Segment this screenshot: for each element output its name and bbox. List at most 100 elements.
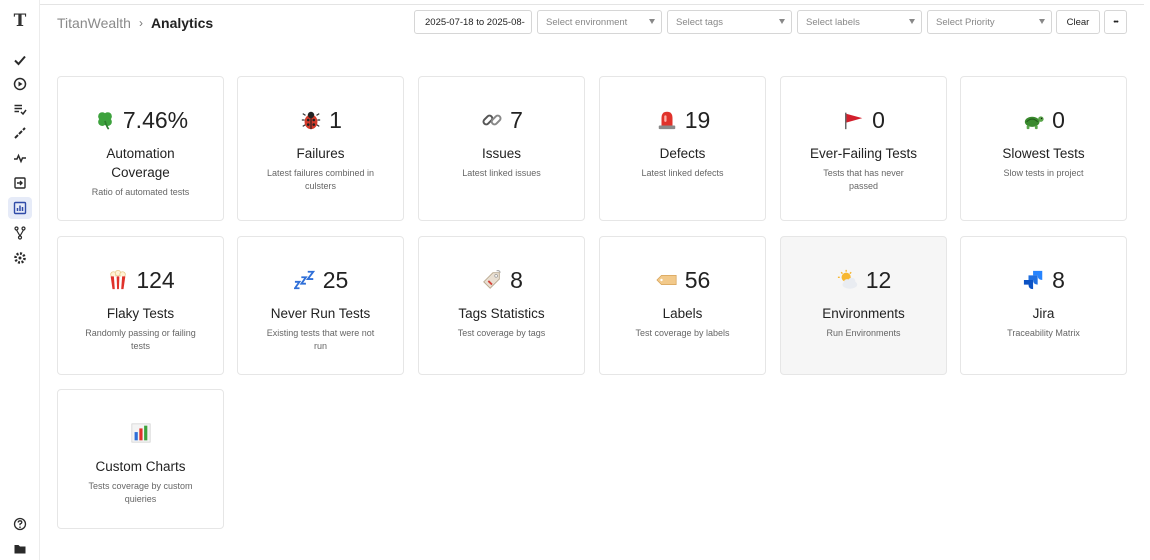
zzz-icon	[293, 268, 317, 292]
app-logo[interactable]: T	[11, 12, 29, 30]
card-title-block: Environments Run Environments	[787, 304, 940, 340]
environment-select[interactable]: Select environment	[537, 10, 662, 34]
labels-select[interactable]: Select labels	[797, 10, 922, 34]
card-value: 8	[1052, 266, 1065, 293]
tests-icon[interactable]	[8, 49, 32, 71]
card-defects[interactable]: 19 Defects Latest linked defects	[599, 76, 766, 221]
card-title: Failures	[296, 146, 345, 161]
card-description: Tests coverage by custom quieries	[88, 481, 193, 504]
card-header: 7.46%	[58, 105, 223, 135]
environment-select-placeholder: Select environment	[546, 16, 628, 28]
card-description: Ratio of automated tests	[91, 187, 190, 197]
red-flag-icon	[842, 108, 866, 132]
card-header: 12	[781, 265, 946, 295]
card-title: Ever-Failing Tests	[809, 146, 918, 161]
card-description: Traceability Matrix	[1007, 328, 1080, 338]
top-divider	[40, 4, 1144, 5]
card-description: Randomly passing or failing tests	[85, 328, 196, 351]
clear-filters-label: Clear	[1066, 16, 1090, 28]
breadcrumb-app[interactable]: TitanWealth	[57, 15, 131, 31]
card-title-block: Automation Coverage Ratio of automated t…	[64, 144, 217, 199]
card-header: 0	[961, 105, 1126, 135]
card-value: 56	[684, 266, 711, 293]
more-icon: •••	[1113, 18, 1118, 26]
card-custom-charts[interactable]: Custom Charts Tests coverage by custom q…	[57, 389, 224, 529]
help-icon[interactable]	[8, 513, 32, 535]
card-value: 19	[684, 106, 711, 133]
card-failures[interactable]: 1 Failures Latest failures combined in c…	[237, 76, 404, 221]
card-header: 0	[781, 105, 946, 135]
tags-select-placeholder: Select tags	[676, 16, 723, 28]
card-value: 0	[1052, 106, 1065, 133]
import-icon[interactable]	[8, 172, 32, 194]
jira-icon	[1022, 268, 1046, 292]
card-title: Slowest Tests	[1002, 146, 1085, 161]
card-title: Issues	[481, 146, 522, 161]
card-value: 25	[322, 266, 349, 293]
card-header: 8	[419, 265, 584, 295]
branches-icon[interactable]	[8, 222, 32, 244]
card-labels[interactable]: 56 Labels Test coverage by labels	[599, 236, 766, 375]
card-title-block: Labels Test coverage by labels	[606, 304, 759, 340]
card-title-block: Custom Charts Tests coverage by custom q…	[64, 457, 217, 506]
date-range-value: 2025-07-18 to 2025-08-	[425, 16, 525, 28]
pulse-icon[interactable]	[8, 147, 32, 169]
plans-icon[interactable]	[8, 98, 32, 120]
turtle-icon	[1022, 108, 1046, 132]
card-title-block: Ever-Failing Tests Tests that has never …	[787, 144, 940, 193]
card-value: 12	[865, 266, 892, 293]
card-title: Defects	[659, 146, 706, 161]
card-tags-statistics[interactable]: 8 Tags Statistics Test coverage by tags	[418, 236, 585, 375]
link-icon	[480, 108, 504, 132]
card-title: Labels	[662, 306, 703, 321]
card-header: 25	[238, 265, 403, 295]
card-automation-coverage[interactable]: 7.46% Automation Coverage Ratio of autom…	[57, 76, 224, 221]
card-title: Custom Charts	[95, 459, 186, 474]
more-options-button[interactable]: •••	[1104, 10, 1127, 34]
card-issues[interactable]: 7 Issues Latest linked issues	[418, 76, 585, 221]
steps-icon[interactable]	[8, 122, 32, 144]
card-description: Tests that has never passed	[823, 168, 904, 191]
card-title: Flaky Tests	[106, 306, 175, 321]
card-header	[58, 418, 223, 448]
card-title: Never Run Tests	[270, 306, 371, 321]
card-title-block: Flaky Tests Randomly passing or failing …	[64, 304, 217, 353]
card-title-block: Jira Traceability Matrix	[967, 304, 1120, 340]
label-icon	[655, 268, 679, 292]
card-jira[interactable]: 8 Jira Traceability Matrix	[960, 236, 1127, 375]
card-title: Jira	[1032, 306, 1055, 321]
analytics-icon[interactable]	[8, 197, 32, 219]
breadcrumb: TitanWealth › Analytics	[57, 14, 213, 32]
card-title-block: Failures Latest failures combined in cul…	[244, 144, 397, 193]
card-ever-failing-tests[interactable]: 0 Ever-Failing Tests Tests that has neve…	[780, 76, 947, 221]
tags-select[interactable]: Select tags	[667, 10, 792, 34]
card-description: Existing tests that were not run	[266, 328, 375, 351]
settings-icon[interactable]	[8, 247, 32, 269]
card-slowest-tests[interactable]: 0 Slowest Tests Slow tests in project	[960, 76, 1127, 221]
priority-select[interactable]: Select Priority	[927, 10, 1052, 34]
card-description: Test coverage by tags	[457, 328, 546, 338]
priority-select-placeholder: Select Priority	[936, 16, 995, 28]
card-description: Latest linked issues	[462, 168, 541, 178]
page-title: Analytics	[150, 15, 214, 31]
date-range-picker[interactable]: 2025-07-18 to 2025-08-	[414, 10, 532, 34]
card-value: 124	[136, 266, 175, 293]
card-description: Test coverage by labels	[635, 328, 730, 338]
card-environments[interactable]: 12 Environments Run Environments	[780, 236, 947, 375]
clover-icon	[93, 108, 117, 132]
chevron-down-icon	[1039, 19, 1045, 24]
clear-filters-button[interactable]: Clear	[1056, 10, 1100, 34]
card-header: 1	[238, 105, 403, 135]
folder-icon[interactable]	[8, 538, 32, 560]
card-header: 8	[961, 265, 1126, 295]
card-header: 124	[58, 265, 223, 295]
sun-cloud-icon	[836, 268, 860, 292]
card-never-run-tests[interactable]: 25 Never Run Tests Existing tests that w…	[237, 236, 404, 375]
card-header: 56	[600, 265, 765, 295]
chevron-down-icon	[909, 19, 915, 24]
card-description: Latest failures combined in culsters	[266, 168, 375, 191]
card-title: Environments	[822, 306, 905, 321]
card-flaky-tests[interactable]: 124 Flaky Tests Randomly passing or fail…	[57, 236, 224, 375]
runs-icon[interactable]	[8, 73, 32, 95]
tag-icon	[480, 268, 504, 292]
